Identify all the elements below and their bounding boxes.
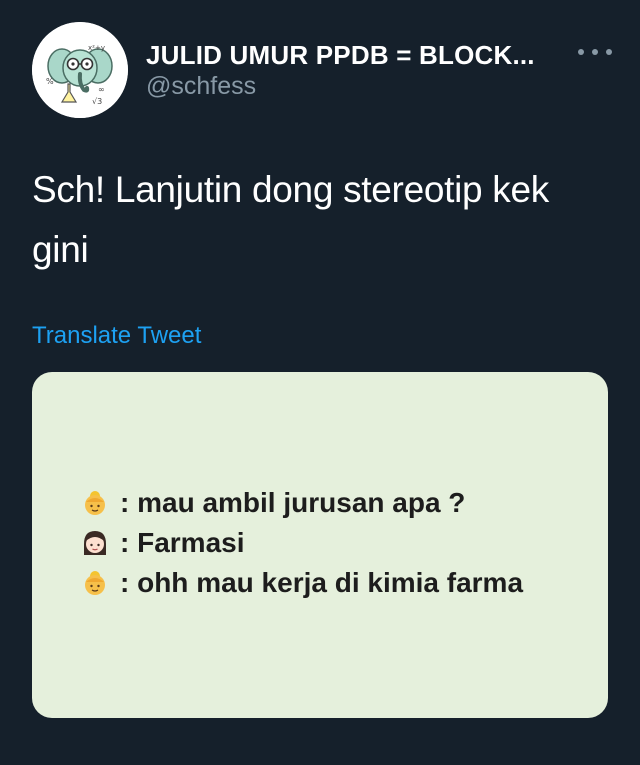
dot [606, 49, 612, 55]
chat-line: : mau ambil jurusan apa ? [80, 487, 465, 519]
svg-text:√3: √3 [92, 97, 102, 106]
svg-text:x²+y: x²+y [88, 44, 105, 52]
dot [592, 49, 598, 55]
tweet-media-image[interactable]: : mau ambil jurusan apa ? : Farmasi: oh… [32, 372, 608, 718]
tweet-text-line: gini [32, 229, 89, 270]
elephant-scientist-avatar-icon: x²+y √3 % ∞ [32, 22, 128, 118]
tweet-text-line: Sch! Lanjutin dong stereotip kek [32, 169, 549, 210]
chat-line-text: : Farmasi [120, 527, 245, 558]
older-woman-emoji-icon [80, 488, 110, 518]
chat-line: : ohh mau kerja di kimia farma [80, 567, 523, 599]
tweet-header: x²+y √3 % ∞ JULID UMUR PPDB = BLOCK... @… [32, 22, 612, 118]
chat-line-text: : ohh mau kerja di kimia farma [120, 567, 524, 598]
author-display-name[interactable]: JULID UMUR PPDB = BLOCK... [146, 40, 535, 71]
svg-text:∞: ∞ [98, 85, 105, 94]
older-woman-emoji-icon [80, 568, 110, 598]
dot [578, 49, 584, 55]
svg-text:%: % [46, 77, 54, 86]
chat-line-text: : mau ambil jurusan apa ? [120, 487, 466, 518]
author-handle[interactable]: @schfess [146, 72, 256, 101]
girl-emoji-icon [80, 528, 110, 558]
tweet-text: Sch! Lanjutin dong stereotip kek gini [32, 160, 612, 280]
translate-tweet-link[interactable]: Translate Tweet [32, 322, 201, 350]
more-options-icon[interactable] [578, 42, 612, 62]
avatar[interactable]: x²+y √3 % ∞ [32, 22, 128, 118]
chat-line: : Farmasi [80, 527, 245, 559]
